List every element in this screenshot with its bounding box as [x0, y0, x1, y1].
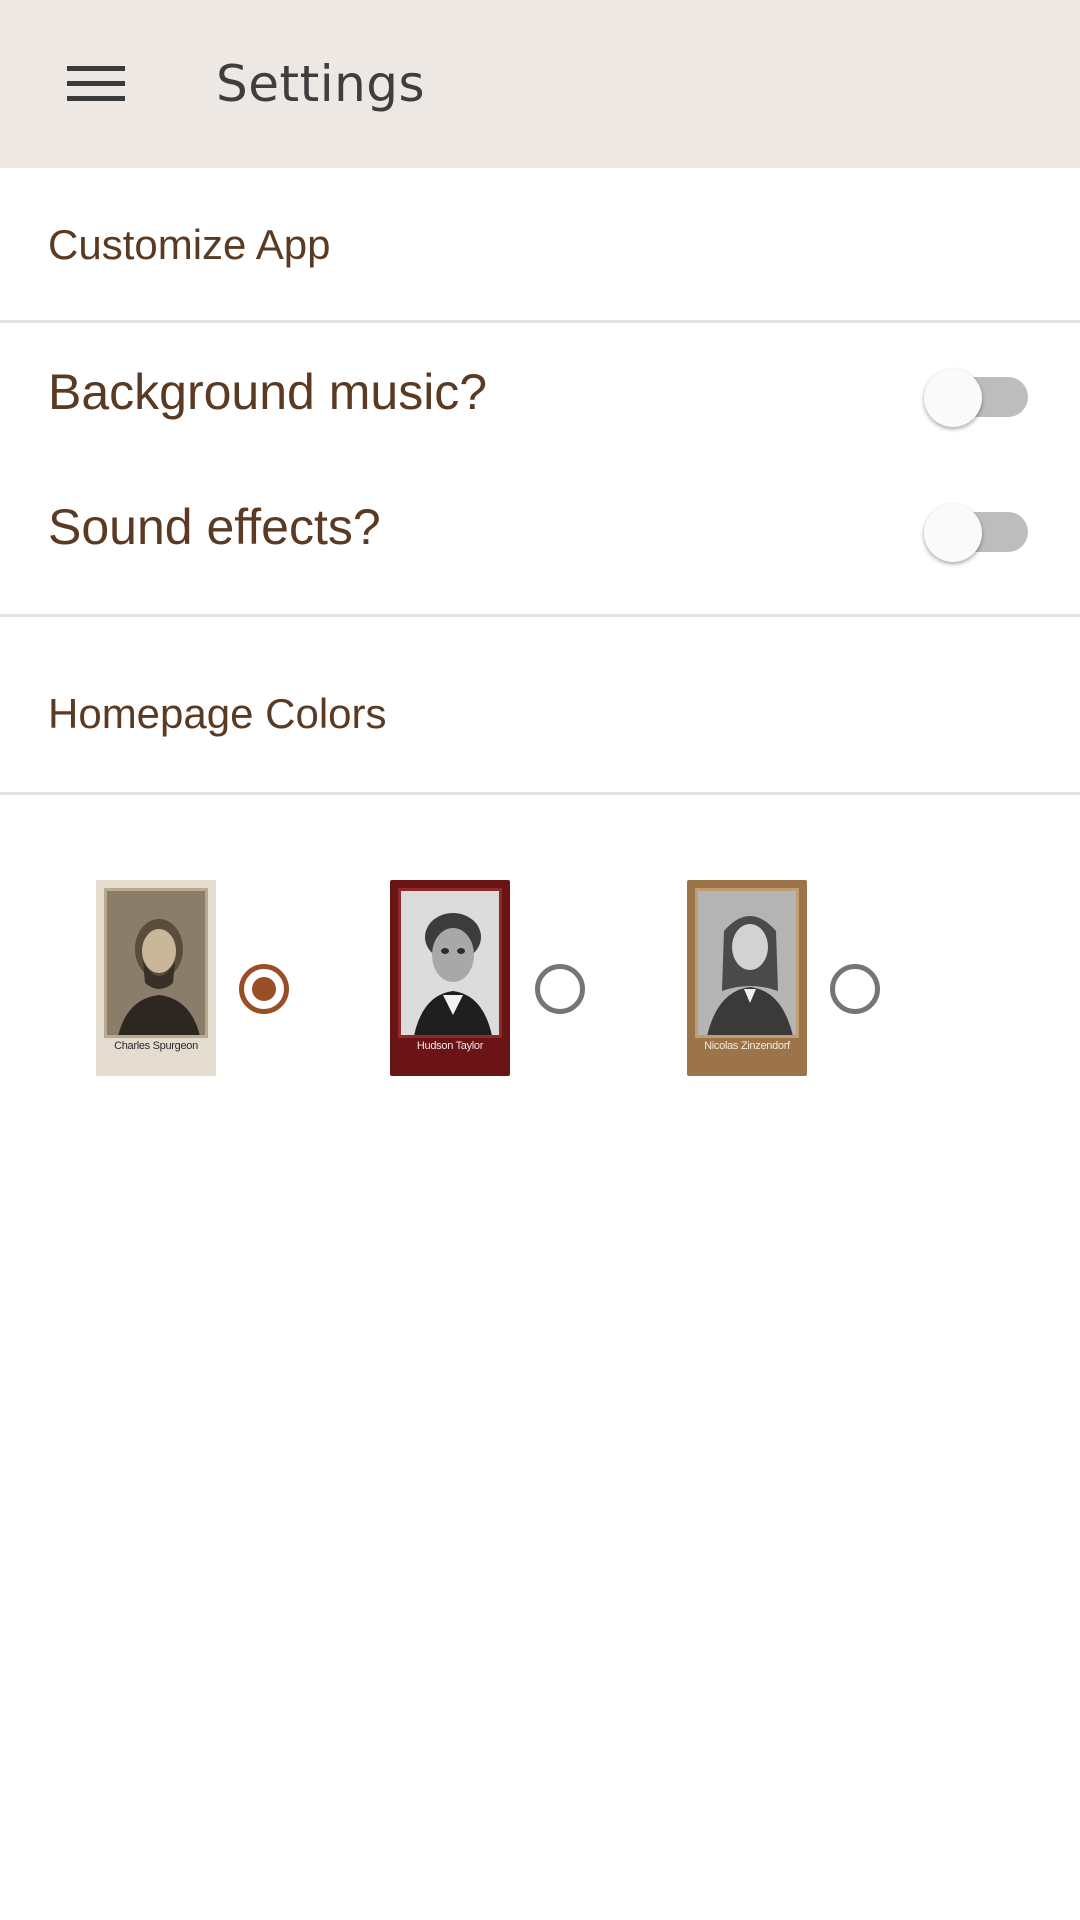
sound-effects-label: Sound effects? [48, 499, 381, 555]
toggle-thumb [924, 369, 982, 427]
theme-option-zinzendorf[interactable]: Nicolas Zinzendorf [687, 880, 887, 1080]
section-title-homepage-colors: Homepage Colors [48, 690, 387, 737]
divider [0, 614, 1080, 617]
theme-caption: Charles Spurgeon [114, 1040, 198, 1052]
theme-radio-spurgeon[interactable] [239, 964, 289, 1014]
pref-row-background-music[interactable]: Background music? [0, 337, 1080, 447]
theme-caption: Nicolas Zinzendorf [704, 1040, 790, 1052]
pref-row-sound-effects[interactable]: Sound effects? [0, 472, 1080, 582]
page-title: Settings [216, 55, 426, 113]
theme-radio-taylor[interactable] [535, 964, 585, 1014]
app-bar: Settings [0, 0, 1080, 168]
portrait-silhouette-icon [698, 891, 796, 1035]
toggle-thumb [924, 504, 982, 562]
divider [0, 320, 1080, 323]
theme-card-zinzendorf[interactable]: Nicolas Zinzendorf [687, 880, 807, 1076]
theme-caption: Hudson Taylor [416, 1040, 484, 1052]
portrait-silhouette-icon [401, 891, 499, 1035]
menu-button[interactable] [56, 52, 136, 116]
divider [0, 792, 1080, 795]
portrait-image [695, 888, 799, 1038]
theme-card-taylor[interactable]: Hudson Taylor [390, 880, 510, 1076]
section-title-customize-app: Customize App [48, 221, 331, 268]
sound-effects-toggle[interactable] [924, 504, 1032, 562]
hamburger-menu-icon [67, 66, 125, 101]
background-music-label: Background music? [48, 364, 488, 420]
theme-option-spurgeon[interactable]: Charles Spurgeon [96, 880, 296, 1080]
theme-options: Charles Spurgeon Hudson Taylor Nicolas Z… [0, 880, 1080, 1080]
portrait-silhouette-icon [107, 891, 205, 1035]
theme-card-spurgeon[interactable]: Charles Spurgeon [96, 880, 216, 1076]
portrait-image [104, 888, 208, 1038]
settings-screen: Settings Customize App Background music?… [0, 0, 1080, 1920]
background-music-toggle[interactable] [924, 369, 1032, 427]
theme-option-taylor[interactable]: Hudson Taylor [390, 880, 590, 1080]
portrait-image [398, 888, 502, 1038]
theme-radio-zinzendorf[interactable] [830, 964, 880, 1014]
